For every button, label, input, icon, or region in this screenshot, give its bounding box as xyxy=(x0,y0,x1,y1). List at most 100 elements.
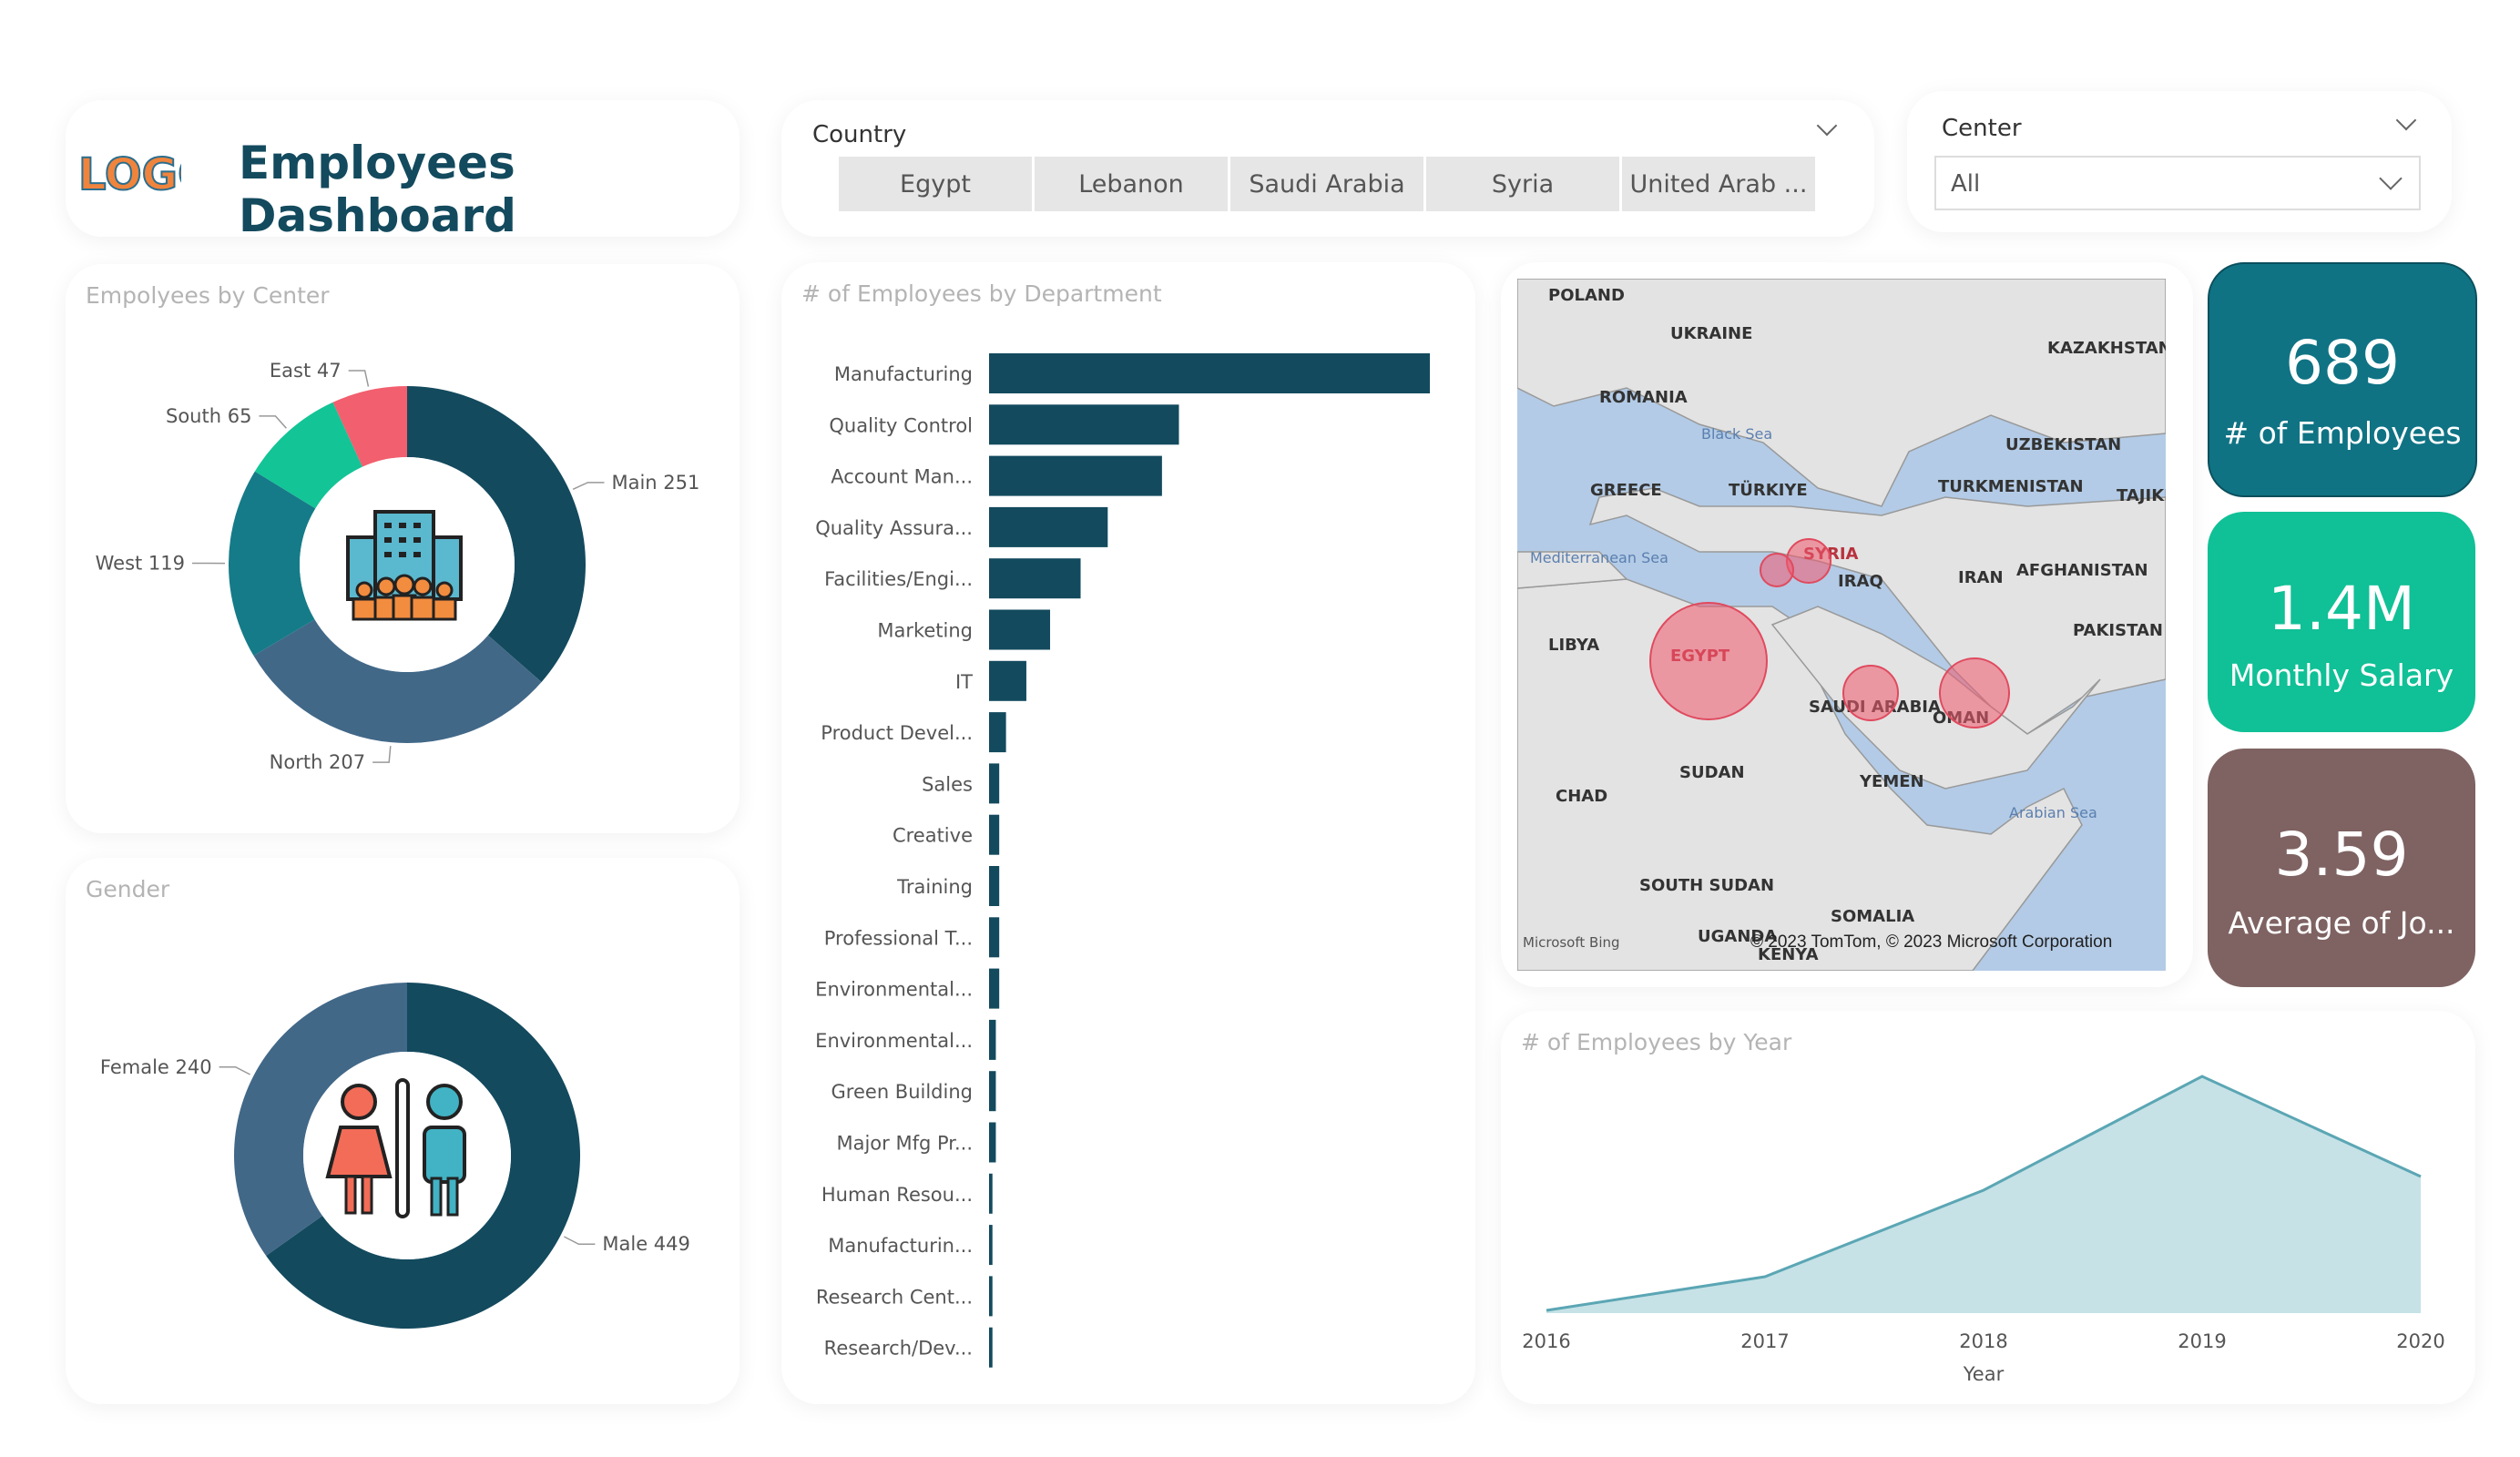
kpi-average-label: Average of Jo... xyxy=(2228,905,2455,941)
department-bar[interactable] xyxy=(989,1122,996,1163)
department-bar[interactable] xyxy=(989,866,1000,906)
center-donut-leader-line xyxy=(259,415,287,429)
map-label: SOUTH SUDAN xyxy=(1639,876,1774,895)
department-bar[interactable] xyxy=(989,660,1026,701)
department-bar[interactable] xyxy=(989,609,1051,650)
department-tick-label: Human Resou... xyxy=(821,1184,973,1206)
bubble-egypt[interactable] xyxy=(1649,602,1768,720)
map-label: TÜRKIYE xyxy=(1729,480,1808,500)
map-label: KAZAKHSTAN xyxy=(2047,339,2166,358)
year-tick-label: 2019 xyxy=(2178,1330,2226,1352)
bubble-lebanon[interactable] xyxy=(1760,553,1794,587)
header-card: LOGO Employees Dashboard xyxy=(66,100,740,242)
year-area-chart: 2016 2017 2018 2019 2020 Year xyxy=(1522,1075,2445,1385)
center-donut-leader-line xyxy=(572,482,605,490)
country-chip-lebanon[interactable]: Lebanon xyxy=(1034,156,1229,212)
map-label: CHAD xyxy=(1556,787,1607,806)
department-tick-label: Research Cent... xyxy=(816,1286,973,1308)
map-bing-logo: Microsoft Bing xyxy=(1523,934,1620,951)
logo-text: LOGO xyxy=(78,149,181,200)
department-bar-card: # of Employees by Department Manufacturi… xyxy=(781,262,1475,1404)
department-tick-label: Facilities/Engi... xyxy=(824,568,973,590)
building-icon xyxy=(342,501,466,629)
map-label: Arabian Sea xyxy=(2009,804,2097,821)
department-bar[interactable] xyxy=(989,1276,993,1317)
year-tick-label: 2017 xyxy=(1740,1330,1789,1352)
center-select-value: All xyxy=(1951,170,1981,198)
bubble-syria[interactable] xyxy=(1786,538,1831,584)
center-donut-data-label: Main 251 xyxy=(611,472,699,494)
bubble-saudi-arabia[interactable] xyxy=(1842,665,1899,721)
department-bar-chart: Manufacturing Quality Control Account Man.… xyxy=(815,353,1430,1368)
department-bar[interactable] xyxy=(989,1071,996,1112)
country-chip-saudi-arabia[interactable]: Saudi Arabia xyxy=(1229,156,1424,212)
map-label: POLAND xyxy=(1548,286,1625,305)
department-bar[interactable] xyxy=(989,1173,993,1214)
department-tick-label: Professional T... xyxy=(824,927,973,949)
land-masses xyxy=(1517,279,2166,971)
department-bar[interactable] xyxy=(989,712,1006,753)
center-filter-label: Center xyxy=(1942,115,2022,142)
gender-donut-card: Gender Male 449 Female 240 xyxy=(66,858,740,1404)
department-tick-label: Manufacturin... xyxy=(828,1235,973,1257)
center-donut-data-label: West 119 xyxy=(96,553,185,575)
map-label: GREECE xyxy=(1590,481,1662,500)
department-bar[interactable] xyxy=(989,1327,993,1368)
kpi-average-card: 3.59 Average of Jo... xyxy=(2208,749,2475,987)
department-bar[interactable] xyxy=(989,455,1162,496)
department-bar[interactable] xyxy=(989,353,1430,393)
year-axis-label: Year xyxy=(1963,1363,2005,1385)
department-bar[interactable] xyxy=(989,1019,996,1060)
center-donut-leader-line xyxy=(372,746,392,763)
kpi-employees-card: 689 # of Employees xyxy=(2208,262,2477,497)
year-area-fill xyxy=(1546,1076,2421,1313)
country-chip-uae[interactable]: United Arab ... xyxy=(1621,156,1816,212)
department-bar[interactable] xyxy=(989,814,1000,855)
department-bar[interactable] xyxy=(989,404,1179,445)
map-label: PAKISTAN xyxy=(2073,621,2163,640)
chevron-down-icon xyxy=(2379,167,2403,190)
department-bar[interactable] xyxy=(989,558,1081,599)
gender-donut-data-label: Male 449 xyxy=(602,1233,690,1255)
map-label: UZBEKISTAN xyxy=(2005,435,2121,454)
center-select[interactable]: All xyxy=(1934,156,2421,210)
country-chip-egypt[interactable]: Egypt xyxy=(838,156,1033,212)
map-label: TURKMENISTAN xyxy=(1938,477,2084,496)
year-area-card: # of Employees by Year 2016 2017 2018 2019 2… xyxy=(1501,1011,2475,1404)
map-label: IRAQ xyxy=(1838,572,1883,591)
department-tick-label: Quality Assura... xyxy=(815,517,973,539)
map-label: ROMANIA xyxy=(1599,388,1688,407)
department-bar[interactable] xyxy=(989,763,1000,804)
gender-icon xyxy=(321,1076,485,1227)
map-label: UKRAINE xyxy=(1670,324,1752,343)
department-tick-label: Major Mfg Pr... xyxy=(836,1133,973,1155)
department-tick-label: Research/Dev... xyxy=(824,1338,973,1360)
kpi-salary-card: 1.4M Monthly Salary xyxy=(2208,512,2475,732)
department-tick-label: Training xyxy=(896,876,973,898)
country-chip-syria[interactable]: Syria xyxy=(1425,156,1620,212)
kpi-employees-value: 689 xyxy=(2285,328,2400,398)
gender-donut-leader-line xyxy=(219,1066,250,1075)
department-tick-label: Quality Control xyxy=(829,414,973,436)
map-label: TAJIKI xyxy=(2117,486,2166,505)
map-attribution: © 2023 TomTom, © 2023 Microsoft Corporat… xyxy=(1750,932,2112,952)
department-tick-label: Environmental... xyxy=(815,979,973,1001)
country-map[interactable]: POLAND UKRAINE KAZAKHSTAN ROMANIA Black Sea U… xyxy=(1517,279,2166,971)
map-label: IRAN xyxy=(1958,568,2004,587)
department-tick-label: Account Man... xyxy=(831,466,973,488)
country-filter-label: Country xyxy=(812,121,907,148)
department-tick-label: Marketing xyxy=(877,620,973,642)
bubble-uae[interactable] xyxy=(1939,657,2010,728)
department-bar[interactable] xyxy=(989,917,1000,958)
center-donut-card: Empolyees by Center Main 251 North 207 Wes… xyxy=(66,264,740,833)
map-label: Mediterranean Sea xyxy=(1530,549,1668,566)
kpi-employees-label: # of Employees xyxy=(2223,415,2462,451)
center-donut-data-label: South 65 xyxy=(166,405,251,427)
department-tick-label: Environmental... xyxy=(815,1030,973,1052)
year-tick-label: 2016 xyxy=(1522,1330,1570,1352)
map-label: YEMEN xyxy=(1859,772,1924,791)
department-bar[interactable] xyxy=(989,506,1108,547)
department-bar[interactable] xyxy=(989,1225,993,1266)
department-bar[interactable] xyxy=(989,968,1000,1009)
logo: LOGO xyxy=(77,137,216,201)
